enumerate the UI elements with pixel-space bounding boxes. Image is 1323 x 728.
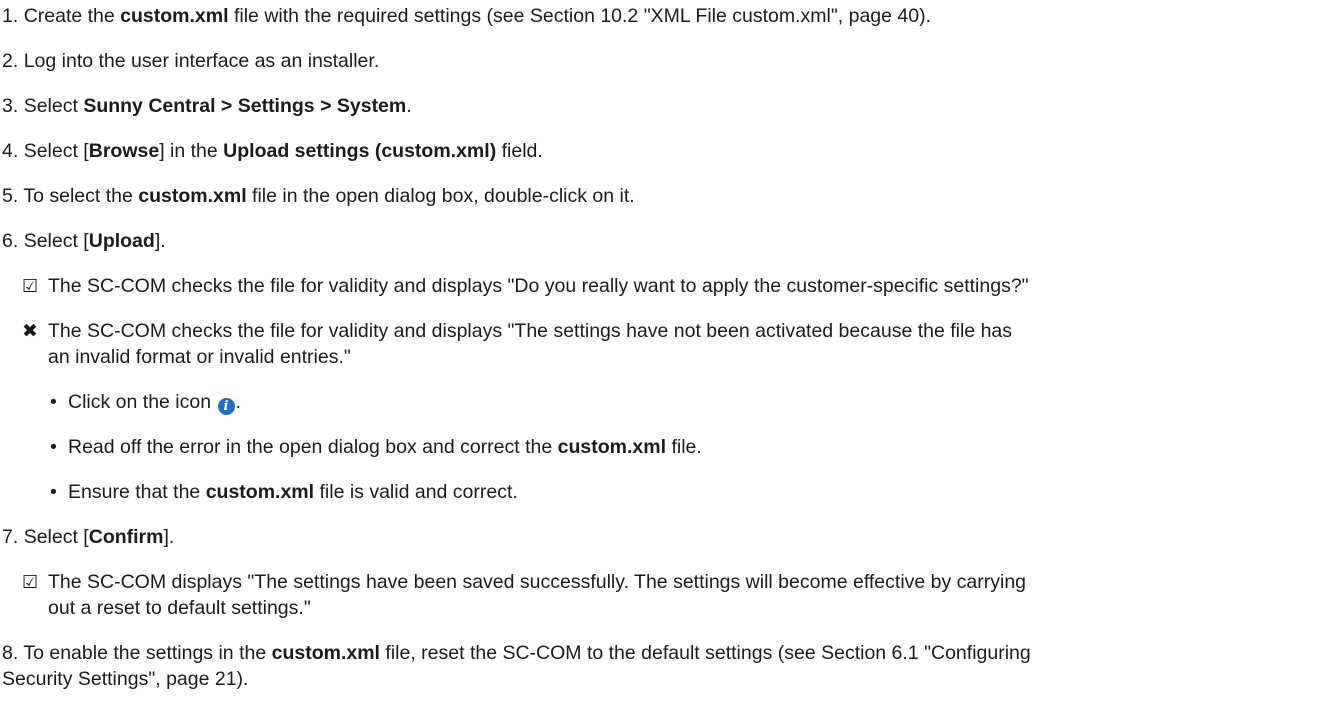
step-8-cont: Security Settings", page 21). <box>2 668 249 690</box>
step-5: 5. To select the custom.xml file in the … <box>2 185 635 207</box>
info-icon: i <box>217 398 235 415</box>
step-8: 8. To enable the settings in the custom.… <box>2 642 1031 664</box>
step-6-error-result: ✖ The SC-COM checks the file for validity… <box>22 320 1013 342</box>
list-item: • Ensure that the custom.xml file is vali… <box>50 481 518 503</box>
step-3: 3. Select Sunny Central > Settings > Sys… <box>2 95 412 117</box>
list-item: • Read off the error in the open dialog b… <box>50 436 702 458</box>
instruction-page: 1. Create the custom.xml file with the r… <box>0 0 1323 728</box>
step-6: 6. Select [Upload]. <box>2 230 166 252</box>
list-item: • Click on the icon i. <box>50 391 241 415</box>
step-1: 1. Create the custom.xml file with the r… <box>2 5 931 27</box>
checkbox-checked-icon: ☑ <box>22 572 39 593</box>
checkbox-checked-icon: ☑ <box>22 276 39 297</box>
cross-icon: ✖ <box>22 320 38 342</box>
step-2: 2. Log into the user interface as an ins… <box>2 50 380 72</box>
step-7-success-result: ☑ The SC-COM displays "The settings have … <box>22 569 1026 596</box>
step-6-success-result: ☑ The SC-COM checks the file for validity… <box>22 273 1029 300</box>
step-7-success-result-cont: out a reset to default settings." <box>48 597 311 619</box>
step-7: 7. Select [Confirm]. <box>2 526 175 548</box>
step-4: 4. Select [Browse] in the Upload setting… <box>2 140 543 162</box>
step-6-error-result-cont: an invalid format or invalid entries." <box>48 346 351 368</box>
